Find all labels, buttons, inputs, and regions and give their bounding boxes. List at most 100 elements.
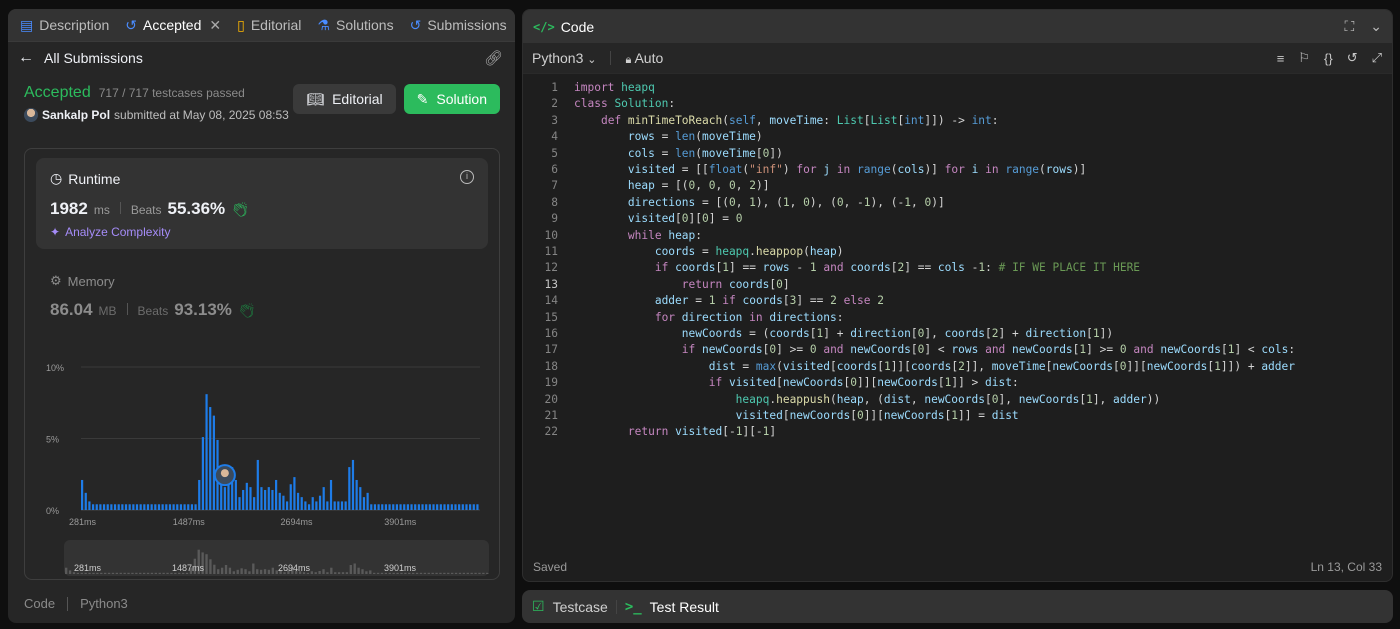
- minimap-bar: [451, 572, 454, 574]
- code-line[interactable]: 11 coords = heapq.heappop(heap): [523, 244, 1383, 260]
- chart-bar: [436, 504, 439, 510]
- code-line[interactable]: 13 return coords[0]: [523, 277, 1383, 293]
- code-line[interactable]: 4 rows = len(moveTime): [523, 129, 1383, 145]
- auto-mode[interactable]: 🔒︎ Auto: [625, 50, 663, 67]
- chart-bar: [84, 492, 87, 510]
- chart-bar: [264, 489, 267, 510]
- chart-bar: [161, 504, 164, 510]
- chart-bar: [307, 504, 311, 510]
- code-line[interactable]: 12 if coords[1] == rows - 1 and coords[2…: [523, 260, 1383, 276]
- code-text: rows = len(moveTime): [627, 130, 763, 144]
- runtime-distribution-chart[interactable]: 0% 5% 10% 281ms 1487ms 2694ms 3901ms: [25, 149, 501, 581]
- chart-bar: [209, 407, 212, 510]
- history-icon: ↺: [125, 16, 137, 33]
- code-line[interactable]: 9 visited[0][0] = 0: [523, 211, 1383, 227]
- line-number: 19: [544, 376, 558, 390]
- chart-bar: [329, 479, 333, 510]
- chart-bar: [300, 497, 303, 510]
- code-line[interactable]: 18 dist = max(visited[coords[1]][coords[…: [523, 359, 1383, 375]
- chart-bar: [81, 479, 84, 510]
- reset-icon[interactable]: ↺: [1347, 50, 1358, 66]
- chart-bar: [458, 504, 461, 510]
- chart-bar: [267, 487, 270, 510]
- code-line[interactable]: 7 heap = [(0, 0, 0, 2)]: [523, 178, 1383, 194]
- close-icon[interactable]: ✕: [209, 17, 221, 34]
- code-line[interactable]: 22 return visited[-1][-1]: [523, 424, 1383, 440]
- minimap-bar: [380, 572, 384, 574]
- code-line[interactable]: 15 for direction in directions:: [523, 310, 1383, 326]
- chart-bar: [450, 504, 453, 510]
- line-number: 17: [544, 343, 558, 357]
- minimap-bar: [435, 572, 438, 574]
- tab-test-result[interactable]: Test Result: [650, 599, 719, 615]
- chevron-down-icon[interactable]: ⌄: [1370, 18, 1382, 35]
- chart-bar: [304, 501, 307, 510]
- minimap-bar: [474, 572, 477, 574]
- tab-submissions[interactable]: ↺ Submissions: [404, 9, 513, 42]
- tab-solutions[interactable]: ⚗ Solutions: [311, 9, 399, 42]
- editorial-button[interactable]: 📖︎ Editorial: [293, 84, 396, 114]
- expand-icon[interactable]: ⤢: [1372, 50, 1382, 66]
- code-line[interactable]: 16 newCoords = (coords[1] + direction[0]…: [523, 326, 1383, 342]
- language-select[interactable]: Python3 ⌄: [532, 50, 596, 66]
- chart-bar: [322, 487, 325, 510]
- y-tick-label: 0%: [46, 506, 59, 516]
- code-line[interactable]: 5 cols = len(moveTime[0]): [523, 146, 1383, 162]
- line-number: 21: [544, 409, 558, 422]
- submitter-name[interactable]: Sankalp Pol: [42, 108, 110, 122]
- minimap-tick-label: 1487ms: [172, 563, 205, 573]
- chart-bar: [117, 504, 120, 510]
- code-label: Code: [24, 596, 56, 611]
- distribution-minimap[interactable]: 281ms 1487ms 2694ms 3901ms: [64, 540, 489, 576]
- code-text: visited[newCoords[0]][newCoords[1]] = di…: [735, 409, 1019, 422]
- code-line[interactable]: 21 visited[newCoords[0]][newCoords[1]] =…: [523, 408, 1383, 424]
- solution-button[interactable]: ✎ Solution: [403, 84, 500, 114]
- code-editor[interactable]: 1 import heapq 2 class Solution: 3 def minTi…: [523, 76, 1392, 546]
- tab-editorial[interactable]: ▯ Editorial: [231, 9, 307, 42]
- minimap-bar: [256, 569, 259, 574]
- code-text: newCoords = (coords[1] + direction[0], c…: [681, 327, 1114, 340]
- code-line[interactable]: 19 if visited[newCoords[0]][newCoords[1]…: [523, 375, 1383, 391]
- minimap-bar: [361, 569, 364, 574]
- code-tabbar: </> Code ⛶ ⌄: [523, 10, 1392, 43]
- code-line[interactable]: 17 if newCoords[0] >= 0 and newCoords[0]…: [523, 342, 1383, 358]
- format-icon[interactable]: ≡: [1277, 51, 1285, 66]
- chart-bar: [245, 482, 248, 510]
- chart-bar: [124, 504, 128, 510]
- fullscreen-icon[interactable]: ⛶: [1344, 18, 1354, 35]
- braces-icon[interactable]: {}: [1324, 51, 1333, 66]
- chart-bar: [414, 504, 417, 510]
- minimap-bar: [443, 572, 446, 574]
- tab-testcase[interactable]: Testcase: [553, 599, 608, 615]
- chart-bar: [99, 504, 102, 510]
- code-line[interactable]: 10 while heap:: [523, 228, 1383, 244]
- code-text: return visited[-1][-1]: [627, 425, 777, 439]
- code-line[interactable]: 20 heapq.heappush(heap, (dist, newCoords…: [523, 392, 1383, 408]
- code-line[interactable]: 3 def minTimeToReach(self, moveTime: Lis…: [523, 113, 1383, 129]
- chart-bar: [384, 504, 388, 510]
- avatar[interactable]: [24, 108, 38, 122]
- back-label: All Submissions: [44, 50, 143, 66]
- chart-bar: [395, 504, 399, 510]
- chart-bar: [128, 504, 131, 510]
- back-to-submissions[interactable]: ← All Submissions: [18, 49, 143, 67]
- code-line[interactable]: 1 import heapq: [523, 80, 1383, 96]
- tab-accepted[interactable]: ↺ Accepted ✕: [119, 9, 227, 42]
- minimap-bar: [205, 554, 208, 574]
- solution-button-label: Solution: [436, 91, 487, 107]
- tab-label: Editorial: [250, 17, 302, 33]
- link-icon[interactable]: 🔗︎: [484, 49, 503, 67]
- code-line[interactable]: 2 class Solution:: [523, 96, 1383, 112]
- line-number: 20: [544, 392, 558, 406]
- tab-code[interactable]: </> Code: [533, 19, 594, 35]
- bookmark-icon[interactable]: ⚐: [1298, 50, 1310, 66]
- minimap-bar: [431, 572, 434, 574]
- chart-bar: [315, 501, 318, 510]
- code-line[interactable]: 8 directions = [(0, 1), (1, 0), (0, -1),…: [523, 195, 1383, 211]
- code-line[interactable]: 6 visited = [[float("inf") for j in rang…: [523, 162, 1383, 178]
- minimap-tick-label: 2694ms: [278, 563, 311, 573]
- line-number: 5: [551, 146, 558, 160]
- chart-bar: [366, 492, 369, 510]
- code-line[interactable]: 14 adder = 1 if coords[3] == 2 else 2: [523, 293, 1383, 309]
- tab-description[interactable]: ▤ Description: [14, 9, 115, 42]
